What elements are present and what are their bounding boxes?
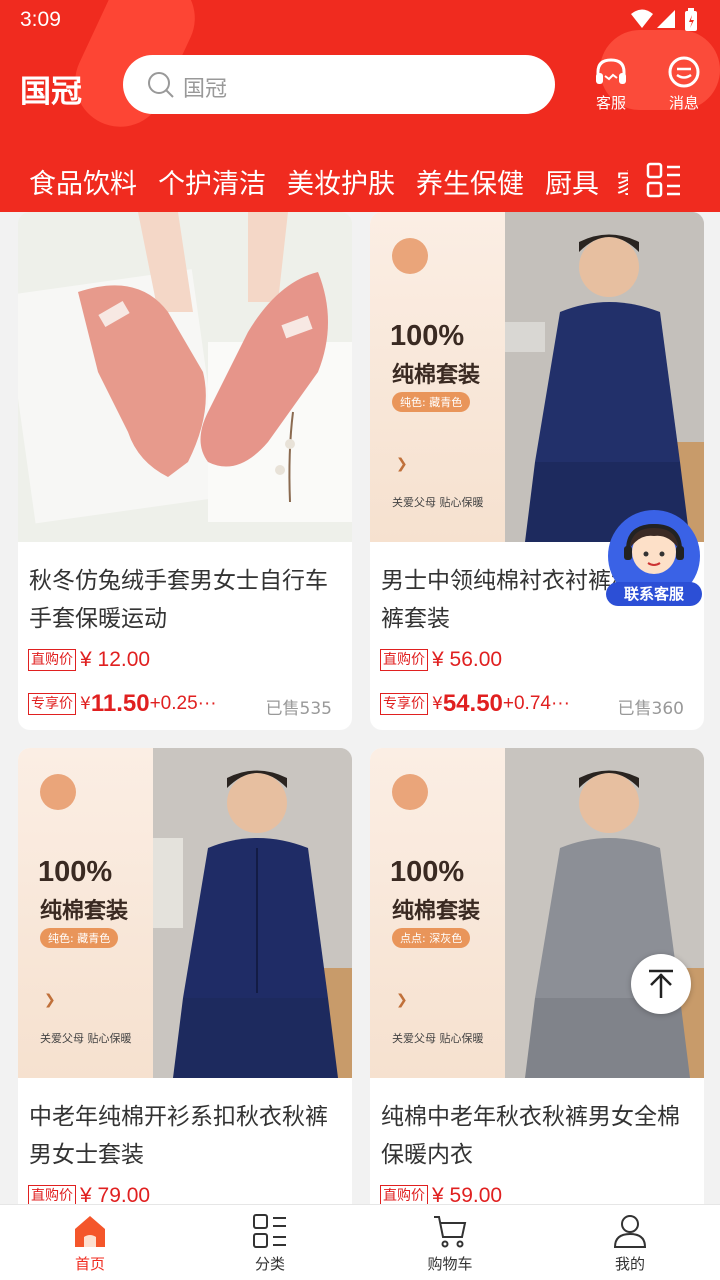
vip-price-tag: 专享价 [380, 693, 428, 715]
header: 3:09 国冠 国冠 客服 消息 食品饮料 个护清洁 美妆护肤 养生保健 厨具 [0, 0, 720, 212]
vip-price: 54.50 [442, 690, 503, 717]
nav-category-label: 分类 [254, 1255, 285, 1273]
product-image[interactable]: 100% 纯棉套装 纯色: 藏青色 ❯ 关爱父母 贴心保暖 [18, 748, 352, 1078]
promo-footer: 关爱父母 贴心保暖 [40, 1032, 132, 1045]
category-tab[interactable]: 厨具 [545, 162, 599, 201]
vip-extra: +0.74··· [502, 693, 570, 714]
direct-price-row: 直购价 ¥ 12.00 [28, 648, 342, 678]
product-card[interactable]: 100% 纯棉套装 纯色: 藏青色 ❯ 关爱父母 贴心保暖 男士中领纯棉衬衣衬裤… [370, 212, 704, 730]
category-icon [253, 1214, 286, 1248]
nav-cart-label: 购物车 [427, 1255, 473, 1273]
status-time: 3:09 [20, 8, 61, 31]
nav-mine[interactable]: 我的 [570, 1205, 690, 1280]
brand-badge-icon [40, 774, 76, 810]
message-label: 消息 [668, 94, 699, 112]
direct-price-row: 直购价 ¥ 56.00 [380, 648, 694, 678]
search-bar[interactable]: 国冠 [123, 55, 555, 114]
nav-category[interactable]: 分类 [210, 1205, 330, 1280]
promo-percent: 100% [390, 856, 465, 888]
direct-price: ¥ 56.00 [432, 648, 503, 671]
customer-service-label: 客服 [595, 94, 626, 112]
user-icon [613, 1215, 647, 1248]
category-tab[interactable]: 食品饮料 [29, 162, 137, 201]
category-tabs: 食品饮料 个护清洁 美妆护肤 养生保健 厨具 家 [0, 152, 720, 208]
signal-icon [657, 10, 675, 28]
model-photo [505, 212, 704, 542]
category-tab[interactable]: 个护清洁 [158, 162, 266, 201]
cart-icon [434, 1216, 467, 1248]
promo-title: 纯棉套装 [392, 363, 481, 388]
app-root: 3:09 国冠 国冠 客服 消息 食品饮料 个护清洁 美妆护肤 养生保健 厨具 … [0, 0, 720, 1280]
nav-cart[interactable]: 购物车 [390, 1205, 510, 1280]
promo-title: 纯棉套装 [392, 899, 481, 924]
product-title: 中老年纯棉开衫系扣秋衣秋裤男女士套装 [29, 1104, 328, 1168]
promo-footer: 关爱父母 贴心保暖 [392, 496, 484, 509]
product-card[interactable]: 100% 纯棉套装 纯色: 藏青色 ❯ 关爱父母 贴心保暖 中老年纯棉开衫系扣秋… [18, 748, 352, 1268]
category-tab[interactable]: 养生保健 [416, 162, 524, 201]
product-image[interactable] [18, 212, 352, 542]
promo-footer: 关爱父母 贴心保暖 [392, 1032, 484, 1045]
brand-badge-icon [392, 774, 428, 810]
vip-currency: ¥ [80, 694, 91, 714]
promo-title: 纯棉套装 [40, 899, 129, 924]
customer-service-button[interactable]: 客服 [581, 56, 641, 114]
nav-mine-label: 我的 [614, 1255, 645, 1273]
category-more-button[interactable] [628, 152, 720, 208]
vip-price-tag: 专享价 [28, 693, 76, 715]
nav-home[interactable]: 首页 [30, 1205, 150, 1280]
product-card[interactable]: 秋冬仿兔绒手套男女士自行车手套保暖运动 直购价 ¥ 12.00 专享价 ¥11.50… [18, 212, 352, 730]
wifi-icon [631, 9, 653, 28]
model-photo [505, 748, 704, 1078]
search-icon [148, 72, 174, 98]
promo-chip: 纯色: 藏青色 [40, 928, 119, 948]
vip-price-row: 专享价 ¥54.50+0.74··· 已售360 [380, 690, 694, 720]
chevron-right-icon: ❯ [396, 992, 408, 1008]
direct-price: ¥ 12.00 [80, 648, 151, 671]
contact-service-label[interactable]: 联系客服 [606, 582, 702, 606]
vip-price: 11.50 [90, 690, 150, 717]
promo-chip: 纯色: 藏青色 [392, 392, 471, 412]
category-tab[interactable]: 美妆护肤 [287, 162, 395, 201]
back-to-top-button[interactable] [631, 954, 691, 1014]
message-button[interactable]: 消息 [654, 56, 714, 114]
promo-panel: 100% 纯棉套装 纯色: 藏青色 ❯ 关爱父母 贴心保暖 [18, 748, 153, 1078]
promo-panel: 100% 纯棉套装 点点: 深灰色 ❯ 关爱父母 贴心保暖 [370, 748, 505, 1078]
nav-home-label: 首页 [74, 1255, 105, 1273]
product-image[interactable]: 100% 纯棉套装 纯色: 藏青色 ❯ 关爱父母 贴心保暖 [370, 212, 704, 542]
brand-badge-icon [392, 238, 428, 274]
grid-menu-icon [646, 162, 680, 198]
gloves-image [18, 212, 352, 542]
sold-count: 已售360 [617, 699, 684, 719]
promo-chip: 点点: 深灰色 [392, 928, 471, 948]
product-title: 纯棉中老年秋衣秋裤男女全棉保暖内衣 [381, 1104, 680, 1168]
promo-percent: 100% [390, 320, 465, 352]
vip-currency: ¥ [432, 694, 443, 714]
model-photo [153, 748, 352, 1078]
product-image[interactable]: 100% 纯棉套装 点点: 深灰色 ❯ 关爱父母 贴心保暖 [370, 748, 704, 1078]
vip-price-row: 专享价 ¥11.50+0.25··· 已售535 [28, 690, 342, 720]
bottom-nav: 首页 分类 购物车 我的 [0, 1204, 720, 1280]
headset-icon [596, 58, 626, 84]
sold-count: 已售535 [265, 699, 332, 719]
product-title: 秋冬仿兔绒手套男女士自行车手套保暖运动 [29, 568, 328, 632]
search-placeholder: 国冠 [183, 77, 228, 102]
vip-extra: +0.25··· [149, 693, 217, 714]
chevron-right-icon: ❯ [396, 456, 408, 472]
status-bar: 3:09 [0, 0, 720, 40]
arrow-up-icon [649, 969, 673, 998]
brand-logo[interactable]: 国冠 [20, 66, 82, 111]
battery-icon [685, 8, 697, 31]
promo-panel: 100% 纯棉套装 纯色: 藏青色 ❯ 关爱父母 贴心保暖 [370, 212, 505, 542]
home-icon [75, 1216, 105, 1247]
promo-percent: 100% [38, 856, 113, 888]
direct-price-tag: 直购价 [28, 649, 76, 671]
chevron-right-icon: ❯ [44, 992, 56, 1008]
chat-icon [668, 56, 700, 88]
direct-price-tag: 直购价 [380, 649, 428, 671]
